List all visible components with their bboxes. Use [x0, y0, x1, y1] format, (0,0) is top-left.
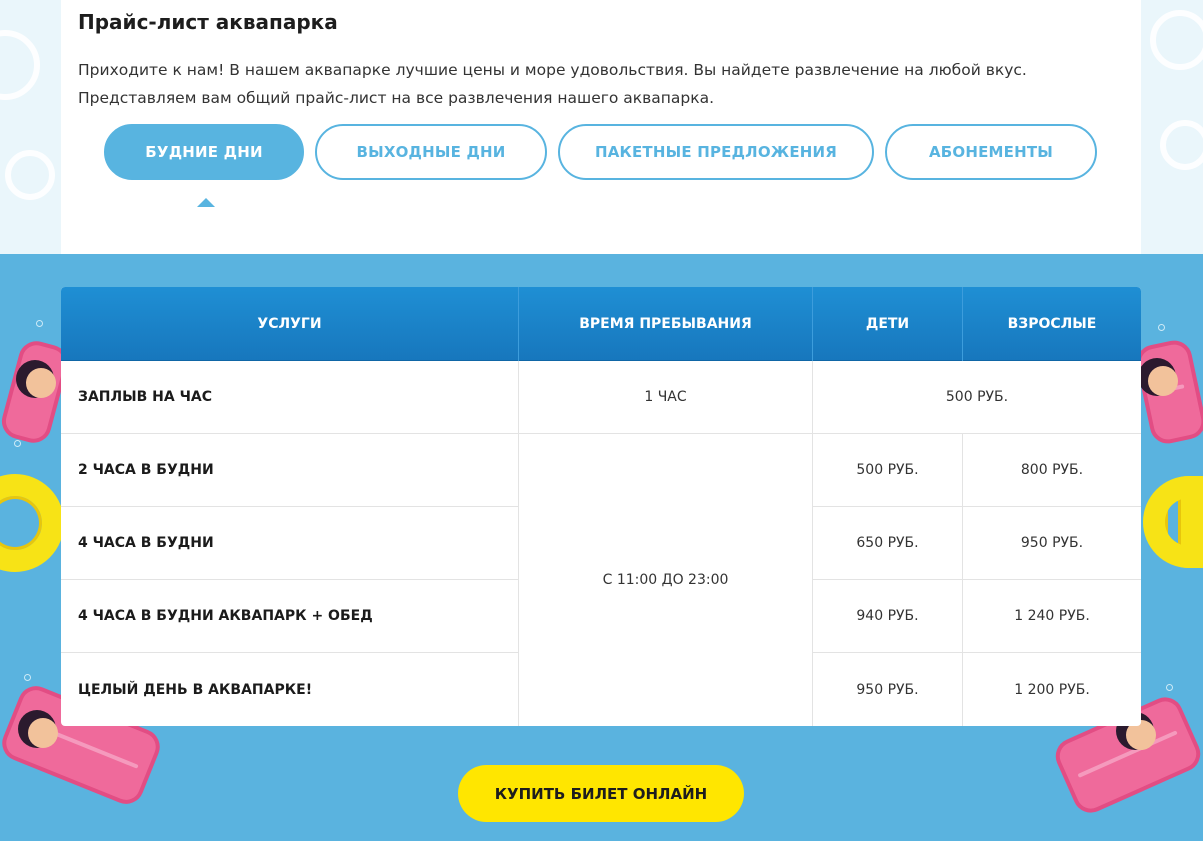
table-row-price-children: 650 РУБ. [813, 507, 963, 580]
table-row-price-children: 500 РУБ. [813, 434, 963, 507]
swimmer-decoration [28, 718, 58, 748]
doodle-decoration [1150, 10, 1203, 70]
table-row-price-adults: 950 РУБ. [963, 507, 1141, 580]
table-row-price-combined: 500 РУБ. [813, 361, 1141, 434]
tab-subscriptions[interactable]: АБОНЕМЕНТЫ [885, 124, 1097, 180]
bubble-decoration [36, 320, 43, 327]
column-header-children: ДЕТИ [813, 287, 963, 361]
tab-package-offers[interactable]: ПАКЕТНЫЕ ПРЕДЛОЖЕНИЯ [558, 124, 874, 180]
price-table: УСЛУГИ ВРЕМЯ ПРЕБЫВАНИЯ ДЕТИ ВЗРОСЛЫЕ ЗА… [61, 287, 1141, 726]
table-row-duration: 1 ЧАС [519, 361, 813, 434]
table-row-service: 2 ЧАСА В БУДНИ [61, 434, 519, 507]
table-merged-duration: С 11:00 ДО 23:00 [519, 434, 813, 726]
bubble-decoration [1158, 324, 1165, 331]
buy-ticket-online-button[interactable]: КУПИТЬ БИЛЕТ ОНЛАЙН [458, 765, 744, 822]
table-row-service: ЦЕЛЫЙ ДЕНЬ В АКВАПАРКЕ! [61, 653, 519, 726]
intro-line: Представляем вам общий прайс-лист на все… [78, 89, 715, 107]
column-header-duration: ВРЕМЯ ПРЕБЫВАНИЯ [519, 287, 813, 361]
doodle-decoration [5, 150, 55, 200]
table-row-price-adults: 800 РУБ. [963, 434, 1141, 507]
table-row-price-children: 950 РУБ. [813, 653, 963, 726]
table-header: УСЛУГИ ВРЕМЯ ПРЕБЫВАНИЯ ДЕТИ ВЗРОСЛЫЕ [61, 287, 1141, 361]
column-header-adults: ВЗРОСЛЫЕ [1007, 316, 1097, 332]
table-row-service: 4 ЧАСА В БУДНИ АКВАПАРК + ОБЕД [61, 580, 519, 653]
table-row-price-children: 940 РУБ. [813, 580, 963, 653]
active-tab-pointer-icon [197, 198, 215, 207]
table-row-service: 4 ЧАСА В БУДНИ [61, 507, 519, 580]
bubble-decoration [1166, 684, 1173, 691]
table-row-price-adults: 1 240 РУБ. [963, 580, 1141, 653]
column-header-services: УСЛУГИ [61, 287, 519, 361]
swimmer-decoration [26, 368, 56, 398]
intro-text: Приходите к нам! В нашем аквапарке лучши… [78, 56, 1078, 112]
table-row-service: ЗАПЛЫВ НА ЧАС [61, 361, 519, 434]
tab-weekdays[interactable]: БУДНИЕ ДНИ [104, 124, 304, 180]
doodle-decoration [1160, 120, 1203, 170]
tab-weekends[interactable]: ВЫХОДНЫЕ ДНИ [315, 124, 547, 180]
bubble-decoration [14, 440, 21, 447]
page-title: Прайс-лист аквапарка [78, 10, 338, 34]
intro-line: Приходите к нам! В нашем аквапарке лучши… [78, 61, 1027, 79]
doodle-decoration [0, 30, 40, 100]
bubble-decoration [24, 674, 31, 681]
table-row-price-adults: 1 200 РУБ. [1014, 681, 1090, 698]
swimmer-decoration [1148, 366, 1178, 396]
